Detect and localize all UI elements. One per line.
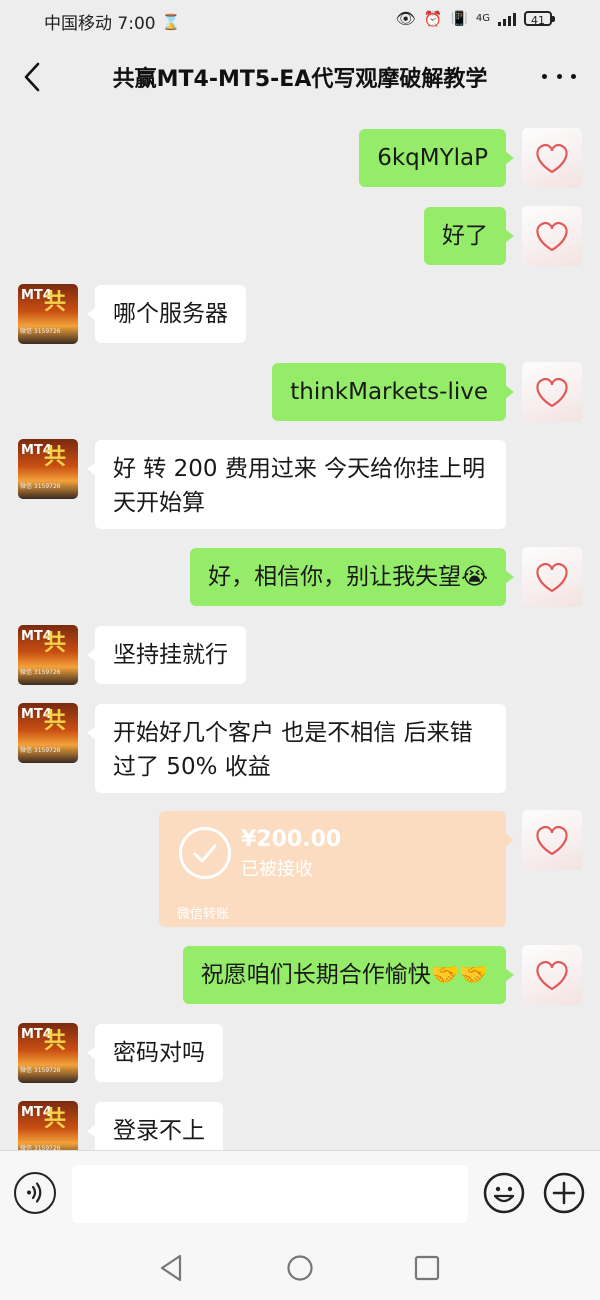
message-bubble-received[interactable]: 哪个服务器 (87, 285, 246, 343)
my-avatar[interactable] (522, 206, 582, 266)
avatar-text: 共 (44, 290, 67, 315)
more-actions-button[interactable] (543, 1172, 585, 1214)
status-right: 👁 ⏰ 📳 4G 41 (395, 9, 555, 28)
eye-icon: 👁 (395, 9, 416, 28)
contact-avatar[interactable]: MT4 共 微信 3159726 (18, 439, 78, 499)
square-recents-icon (414, 1255, 440, 1281)
more-button[interactable] (542, 66, 576, 86)
message-input[interactable] (72, 1165, 468, 1223)
system-back-button[interactable] (158, 1252, 186, 1284)
my-avatar[interactable] (522, 362, 582, 422)
message-text: 祝愿咱们长期合作愉快🤝🤝 (200, 962, 488, 988)
transfer-label: 微信转账 (177, 907, 230, 922)
heart-icon (536, 143, 568, 174)
message-bubble-sent[interactable]: thinkMarkets-live (272, 363, 514, 421)
signal-icon (498, 11, 516, 26)
hourglass-icon: ⌛ (161, 12, 181, 31)
contact-avatar[interactable]: MT4 共 微信 3159726 (18, 703, 78, 763)
my-avatar[interactable] (522, 810, 582, 870)
contact-avatar[interactable]: MT4 共 微信 3159726 (18, 625, 78, 685)
message-text: 开始好几个客户 也是不相信 后来错过了 50% 收益 (113, 720, 473, 780)
transfer-amount: ¥200.00 (241, 827, 342, 852)
chat-title: 共赢MT4-MT5-EA代写观摩破解教学 (112, 67, 488, 92)
avatar-text: 共 (44, 631, 67, 656)
alarm-icon: ⏰ (423, 9, 443, 28)
message-text: 登录不上 (113, 1118, 205, 1144)
message-bubble-received[interactable]: 好 转 200 费用过来 今天给你挂上明天开始算 (87, 440, 506, 529)
transfer-status: 已被接收 (241, 859, 313, 880)
message-text: 坚持挂就行 (113, 642, 228, 668)
system-nav-bar (0, 1236, 600, 1300)
message-bubble-sent[interactable]: 祝愿咱们长期合作愉快🤝🤝 (182, 946, 515, 1004)
more-dot (571, 73, 576, 79)
emoji-button[interactable] (483, 1172, 525, 1214)
heart-icon (536, 960, 568, 991)
message-text: 好 转 200 费用过来 今天给你挂上明天开始算 (113, 456, 486, 516)
triangle-back-icon (160, 1254, 182, 1282)
message-bubble-received[interactable]: 坚持挂就行 (87, 626, 246, 684)
message-text: 哪个服务器 (113, 301, 228, 327)
system-recents-button[interactable] (414, 1255, 440, 1281)
my-avatar[interactable] (522, 128, 582, 188)
circle-home-icon (287, 1255, 313, 1281)
message-bubble-sent[interactable]: 6kqMYlaP (359, 129, 514, 187)
message-bubble-received[interactable]: 开始好几个客户 也是不相信 后来错过了 50% 收益 (87, 704, 506, 793)
avatar-text: 微信 3159726 (20, 1067, 61, 1074)
message-text: 好了 (442, 223, 488, 249)
avatar-text: 共 (44, 1029, 67, 1054)
message-bubble-sent[interactable]: 好，相信你，别让我失望😭 (190, 548, 514, 606)
avatar-text: 微信 3159726 (20, 747, 61, 754)
heart-icon (536, 221, 568, 252)
avatar-text: 共 (44, 445, 67, 470)
more-dot (542, 73, 547, 79)
more-dot (556, 73, 562, 79)
avatar-text: 微信 3159726 (20, 669, 61, 676)
heart-icon (536, 377, 568, 408)
voice-button[interactable] (14, 1172, 56, 1214)
message-bubble-received[interactable]: 密码对吗 (87, 1024, 223, 1082)
plus-icon (543, 1172, 585, 1214)
input-bar (0, 1150, 600, 1236)
my-avatar[interactable] (522, 547, 582, 607)
chat-header: 共赢MT4-MT5-EA代写观摩破解教学 (0, 40, 600, 114)
avatar-text: 共 (44, 1107, 67, 1132)
my-avatar[interactable] (522, 945, 582, 1005)
network-type: 4G (475, 13, 490, 24)
vibrate-icon: 📳 (450, 10, 468, 27)
message-text: 密码对吗 (113, 1040, 205, 1066)
status-bar: 中国移动 7:00 ⌛ 👁 ⏰ 📳 4G 41 (0, 0, 600, 40)
message-bubble-sent[interactable]: 好了 (424, 207, 514, 265)
contact-avatar[interactable]: MT4 共 微信 3159726 (18, 284, 78, 344)
emoji-icon (483, 1172, 525, 1214)
check-circle-icon (179, 827, 231, 879)
avatar-text: 共 (44, 709, 67, 734)
system-home-button[interactable] (287, 1255, 313, 1281)
heart-icon (536, 825, 568, 856)
contact-avatar[interactable]: MT4 共 微信 3159726 (18, 1023, 78, 1083)
voice-icon (27, 1182, 42, 1203)
message-text: 6kqMYlaP (377, 145, 488, 171)
status-left: 中国移动 7:00 ⌛ (44, 9, 181, 35)
battery-icon: 41 (524, 11, 555, 27)
avatar-text: 微信 3159726 (20, 483, 61, 490)
heart-icon (536, 562, 568, 593)
message-text: thinkMarkets-live (290, 379, 488, 405)
carrier-time: 中国移动 7:00 (44, 14, 156, 34)
transfer-card[interactable]: ¥200.00 已被接收 微信转账 (159, 811, 514, 927)
battery-level: 41 (531, 14, 545, 27)
avatar-text: 微信 3159726 (20, 328, 61, 335)
message-text: 好，相信你，别让我失望😭 (208, 564, 488, 590)
